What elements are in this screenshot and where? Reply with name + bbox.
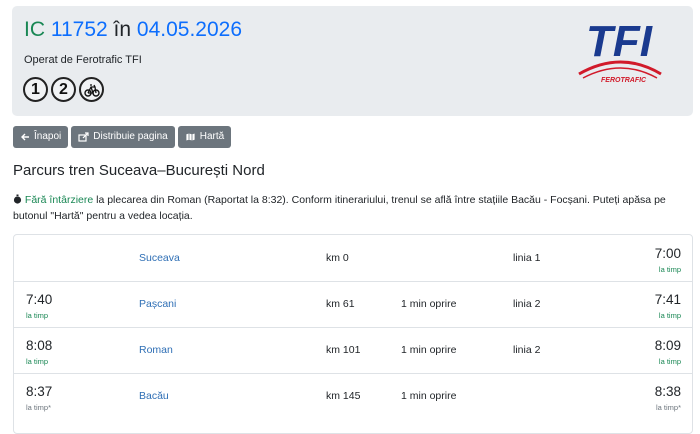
- delay-highlight: Fără întârziere: [24, 194, 94, 206]
- second-class-badge: 2: [51, 77, 76, 102]
- delay-text: la plecarea din Roman (Raportat la 8:32)…: [13, 194, 666, 222]
- arrow-left-icon: [21, 133, 29, 141]
- tfi-logo: TFI FEROTRAFIC: [571, 14, 667, 84]
- station-km: km 101: [326, 344, 361, 356]
- map-button[interactable]: Hartă: [177, 126, 232, 148]
- train-category: IC: [24, 18, 45, 41]
- share-icon: [78, 132, 89, 142]
- train-number[interactable]: 11752: [51, 18, 108, 41]
- station-link[interactable]: Bacău: [139, 390, 169, 402]
- logo-text: TFI: [586, 17, 653, 66]
- station-km: km 61: [326, 298, 355, 310]
- arrival-status: la timp: [26, 357, 49, 366]
- train-title: IC 11752 în 04.05.2026: [24, 17, 242, 43]
- station-link[interactable]: Roman: [139, 344, 173, 356]
- arrival-time: 7:40: [26, 292, 53, 307]
- stopwatch-icon: [13, 194, 22, 204]
- departure-time: 8:38: [654, 384, 681, 399]
- stop-duration: 1 min oprire: [401, 298, 457, 310]
- logo-subtext: FEROTRAFIC: [601, 77, 647, 84]
- departure-time: 7:00: [654, 246, 681, 261]
- table-row: 7:40 la timp Pașcani km 61 1 min oprire …: [14, 281, 692, 328]
- train-header: IC 11752 în 04.05.2026 Operat de Ferotra…: [12, 6, 693, 116]
- map-button-label: Hartă: [199, 131, 225, 142]
- delay-status: Fără întârziere la plecarea din Roman (R…: [13, 192, 688, 224]
- route-title: Parcurs tren Suceava–București Nord: [13, 162, 265, 179]
- station-link[interactable]: Suceava: [139, 252, 180, 264]
- table-row: Suceava km 0 linia 1 7:00 la timp: [14, 235, 692, 282]
- train-date[interactable]: 04.05.2026: [137, 18, 242, 41]
- platform-line: linia 1: [513, 252, 541, 264]
- departure-status: la timp: [658, 357, 681, 366]
- action-buttons: Înapoi Distribuie pagina Hartă: [13, 126, 232, 148]
- train-services: 1 2: [23, 77, 104, 102]
- arrival-time: 8:37: [26, 384, 53, 399]
- departure-status: la timp*: [655, 403, 681, 412]
- share-button[interactable]: Distribuie pagina: [71, 126, 175, 148]
- share-button-label: Distribuie pagina: [93, 131, 168, 142]
- station-link[interactable]: Pașcani: [139, 298, 176, 310]
- stop-duration: 1 min oprire: [401, 344, 457, 356]
- departure-status: la timp: [658, 265, 681, 274]
- arrival-time: 8:08: [26, 338, 53, 353]
- title-preposition: în: [113, 18, 132, 41]
- stations-table: Suceava km 0 linia 1 7:00 la timp 7:40 l…: [13, 234, 693, 434]
- bicycle-icon: [79, 77, 104, 102]
- departure-status: la timp: [658, 311, 681, 320]
- table-row: 8:37 la timp* Bacău km 145 1 min oprire …: [14, 373, 692, 419]
- back-button-label: Înapoi: [34, 131, 62, 142]
- platform-line: linia 2: [513, 298, 541, 310]
- back-button[interactable]: Înapoi: [13, 126, 69, 148]
- arrival-status: la timp*: [26, 403, 52, 412]
- departure-time: 8:09: [654, 338, 681, 353]
- station-km: km 0: [326, 252, 349, 264]
- stop-duration: 1 min oprire: [401, 390, 457, 402]
- departure-time: 7:41: [654, 292, 681, 307]
- arrival-status: la timp: [26, 311, 49, 320]
- map-icon: [185, 132, 196, 142]
- operator-label: Operat de Ferotrafic TFI: [24, 54, 142, 66]
- first-class-badge: 1: [23, 77, 48, 102]
- platform-line: linia 2: [513, 344, 541, 356]
- station-km: km 145: [326, 390, 361, 402]
- table-row: 8:08 la timp Roman km 101 1 min oprire l…: [14, 327, 692, 374]
